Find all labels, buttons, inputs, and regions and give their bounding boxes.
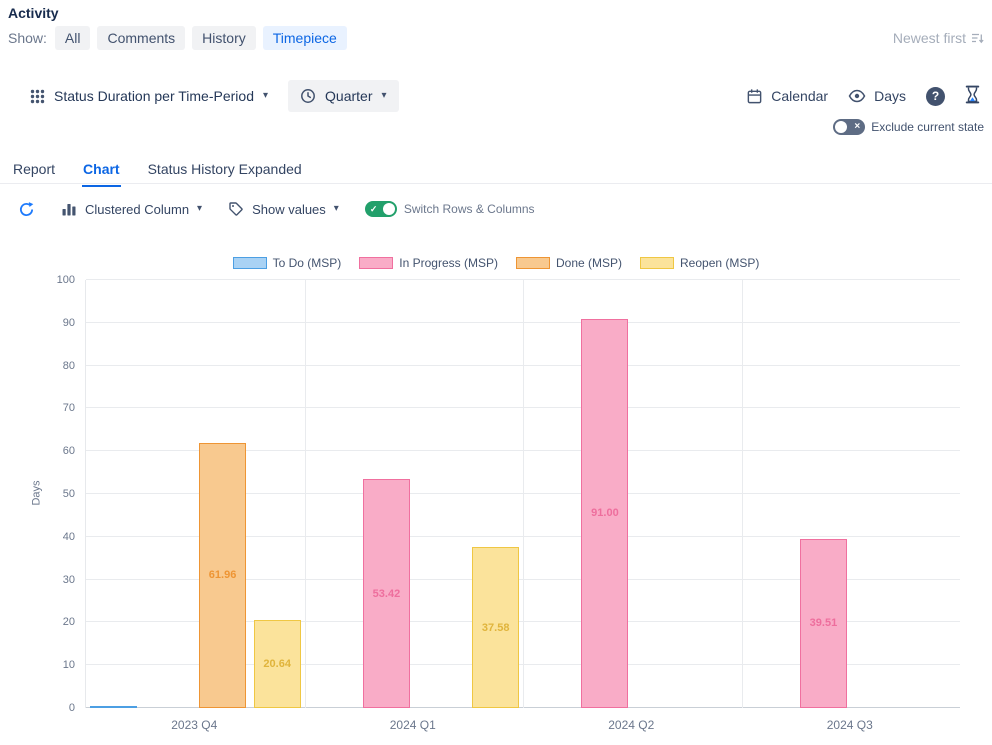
category-separator [523,280,524,708]
chevron-down-icon: ▾ [334,204,339,214]
y-tick-label: 40 [63,531,75,543]
help-button[interactable]: ? [926,87,945,106]
chevron-down-icon: ▾ [381,91,386,101]
show-values-selector[interactable]: Show values ▾ [228,201,339,217]
chevron-down-icon: ▾ [197,204,202,214]
eye-icon [848,89,866,103]
calendar-button[interactable]: Calendar [746,88,828,105]
bar-value-label: 91.00 [581,507,628,519]
report-type-label: Status Duration per Time-Period [54,88,254,104]
x-axis-category-label: 2024 Q3 [741,718,960,732]
category-separator [305,280,306,708]
chevron-down-icon: ▾ [263,91,268,101]
bar-value-label: 20.64 [254,658,301,670]
tab-bar-divider [0,183,992,184]
filter-comments[interactable]: Comments [97,26,185,50]
y-tick-label: 20 [63,616,75,628]
check-icon: ✓ [370,201,378,217]
toolbar-right: Calendar Days ? [746,80,980,112]
x-axis-labels: 2023 Q42024 Q12024 Q22024 Q3 [85,718,959,732]
y-tick-label: 0 [69,702,75,714]
switch-rows-columns-control: ✓ Switch Rows & Columns [365,201,535,217]
y-tick-label: 80 [63,360,75,372]
bar-value-label: 61.96 [199,569,246,581]
refresh-button[interactable] [18,201,35,218]
y-tick-label: 30 [63,574,75,586]
period-selector[interactable]: Quarter ▾ [288,80,399,112]
category-separator [742,280,743,708]
filter-all[interactable]: All [55,26,91,50]
calendar-label: Calendar [771,88,828,104]
days-unit-button[interactable]: Days [848,88,906,104]
y-tick-label: 60 [63,445,75,457]
timepiece-logo-icon [965,85,980,107]
refresh-icon [18,201,35,218]
grid-icon [30,89,45,104]
sort-order-control[interactable]: Newest first [893,30,984,46]
y-tick-label: 100 [57,274,75,286]
page-title: Activity [8,5,59,21]
switch-rows-columns-toggle[interactable]: ✓ [365,201,397,217]
legend-item[interactable]: Reopen (MSP) [640,256,759,270]
bar-value-label: 39.51 [800,617,847,629]
legend-swatch [640,257,674,269]
show-label: Show: [8,30,47,46]
calendar-icon [746,88,763,105]
cross-icon: × [854,119,860,135]
clustered-column-icon [61,201,77,217]
y-tick-label: 10 [63,659,75,671]
legend-swatch [359,257,393,269]
days-unit-label: Days [874,88,906,104]
x-axis-category-label: 2024 Q1 [304,718,523,732]
x-axis-category-label: 2023 Q4 [85,718,304,732]
sort-order-label: Newest first [893,30,966,46]
legend-swatch [516,257,550,269]
exclude-current-state-label: Exclude current state [871,120,984,134]
bar-value-label: 53.42 [363,588,410,600]
chart-type-label: Clustered Column [85,202,189,217]
report-type-selector[interactable]: Status Duration per Time-Period ▾ [30,80,268,112]
report-toolbar: Status Duration per Time-Period ▾ Quarte… [30,80,399,112]
activity-filter-bar: Show: All Comments History Timepiece [8,26,347,50]
x-axis-category-label: 2024 Q2 [522,718,741,732]
y-tick-label: 90 [63,317,75,329]
plot-area: 53.42 91.00 39.51 61.96 20.64 37.58 [85,280,960,708]
legend-swatch [233,257,267,269]
sort-descending-icon [971,32,984,45]
y-tick-label: 50 [63,488,75,500]
filter-timepiece[interactable]: Timepiece [263,26,347,50]
exclude-current-state-control: × Exclude current state [833,119,984,135]
toggle-knob [383,203,395,215]
y-tick-label: 70 [63,402,75,414]
clock-icon [300,88,316,104]
y-axis: 0102030405060708090100 [0,280,80,708]
legend-item[interactable]: To Do (MSP) [233,256,342,270]
bar-value-label: 37.58 [472,622,519,634]
switch-rows-columns-label: Switch Rows & Columns [404,202,535,216]
exclude-current-state-toggle[interactable]: × [833,119,865,135]
chart-bar[interactable] [90,706,137,708]
show-values-label: Show values [252,202,326,217]
legend-item[interactable]: In Progress (MSP) [359,256,498,270]
toggle-knob [835,121,847,133]
period-label: Quarter [325,88,372,104]
legend-label: Reopen (MSP) [680,256,759,270]
chart-type-selector[interactable]: Clustered Column ▾ [61,201,202,217]
legend-item[interactable]: Done (MSP) [516,256,622,270]
legend-label: Done (MSP) [556,256,622,270]
chart-toolbar: Clustered Column ▾ Show values ▾ ✓ Switc… [18,196,535,222]
filter-history[interactable]: History [192,26,256,50]
tag-icon [228,201,244,217]
chart-legend: To Do (MSP) In Progress (MSP) Done (MSP) Re… [0,256,992,270]
question-mark-icon: ? [932,89,939,103]
legend-label: In Progress (MSP) [399,256,498,270]
legend-label: To Do (MSP) [273,256,342,270]
